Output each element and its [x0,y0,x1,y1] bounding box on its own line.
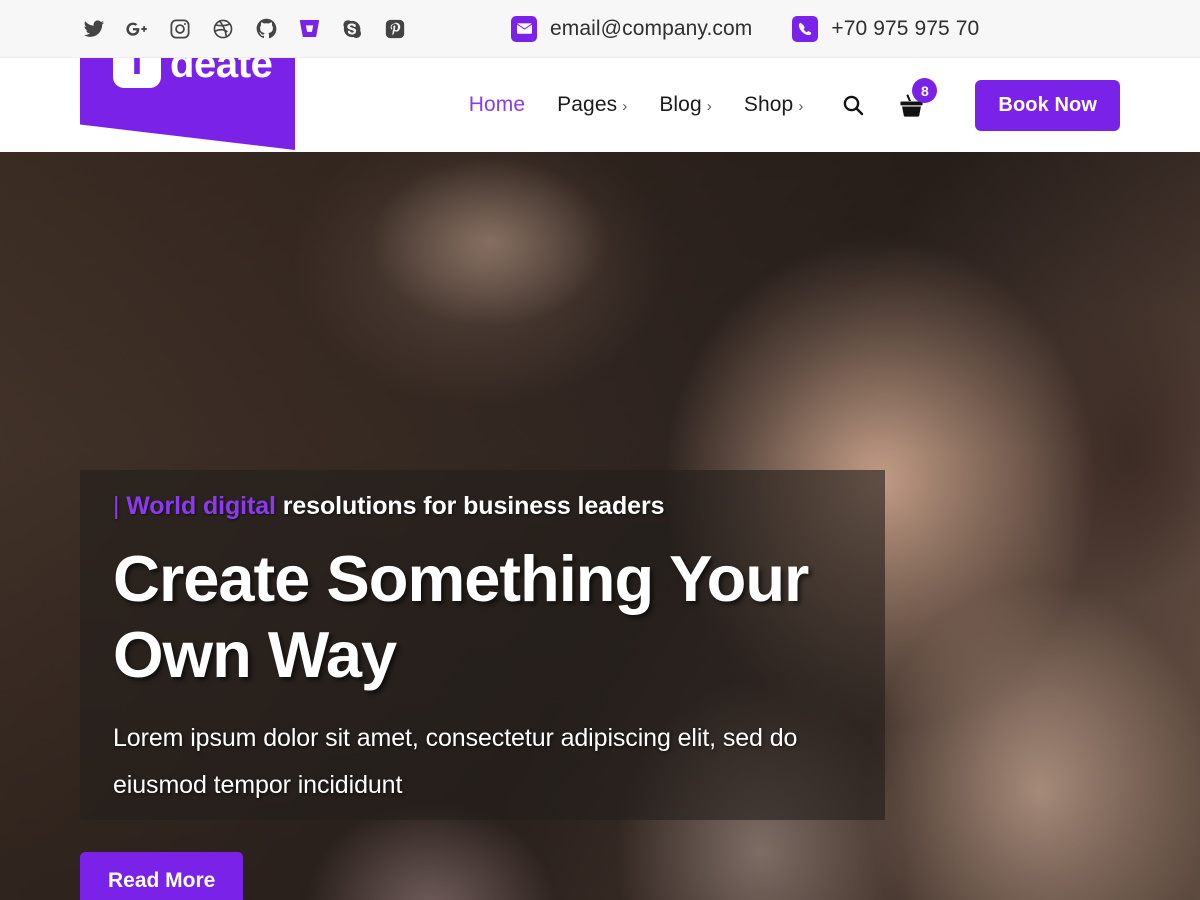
read-more-button[interactable]: Read More [80,852,244,900]
chevron-right-icon: › [706,98,712,115]
nav-tools: 8 Book Now [839,78,1120,131]
hero-subtitle-rest: resolutions for business leaders [282,492,665,520]
landing-page: email@company.com +70 975 975 70 Home Pa… [0,0,1200,900]
social-links [82,17,407,41]
cart-icon[interactable]: 8 [897,78,938,119]
cart-count-badge: 8 [912,78,938,103]
search-icon[interactable] [839,91,867,119]
chevron-right-icon: › [622,98,628,115]
nav-item-home-label: Home [468,93,526,116]
nav-item-home[interactable]: Home [469,93,525,117]
instagram-icon[interactable] [168,17,192,41]
contact-phone-text: +70 975 975 70 [831,16,980,40]
nav-item-blog-label: Blog [659,93,702,116]
phone-icon [792,15,819,42]
hero-slider: | World digital resolutions for business… [0,152,1200,900]
hero-description: Lorem ipsum dolor sit amet, consectetur … [113,724,798,800]
envelope-icon [511,15,537,42]
contact-group: email@company.com +70 975 975 70 [511,15,980,42]
hero-subtitle-bar: | [113,492,120,520]
nav-item-shop-label: Shop [743,93,794,116]
github-icon[interactable] [254,17,278,41]
main-navigation: Home Pages › Blog › Shop › 8 Book Now [330,58,1200,152]
hero-content: | World digital resolutions for business… [113,492,903,809]
nav-item-blog[interactable]: Blog › [659,93,712,117]
contact-email[interactable]: email@company.com [511,15,753,42]
skype-icon[interactable] [340,17,364,41]
hero-title: Create Something Your Own Way [113,542,809,692]
hero-subtitle-accent: World digital [126,492,276,520]
nav-item-pages-label: Pages [557,93,618,116]
book-now-button[interactable]: Book Now [975,79,1120,131]
contact-email-text: email@company.com [550,16,753,40]
bitbucket-icon[interactable] [297,17,321,41]
google-plus-icon[interactable] [125,17,149,41]
chevron-right-icon: › [798,98,804,115]
contact-phone[interactable]: +70 975 975 70 [792,15,980,42]
nav-item-pages[interactable]: Pages › [557,93,627,117]
top-bar: email@company.com +70 975 975 70 [0,0,1200,58]
nav-item-shop[interactable]: Shop › [744,93,804,117]
hero-subtitle: | World digital resolutions for business… [113,492,903,521]
twitter-icon[interactable] [82,17,106,41]
dribbble-icon[interactable] [211,17,235,41]
nav-menu: Home Pages › Blog › Shop › [469,93,804,117]
pinterest-icon[interactable] [383,17,407,41]
